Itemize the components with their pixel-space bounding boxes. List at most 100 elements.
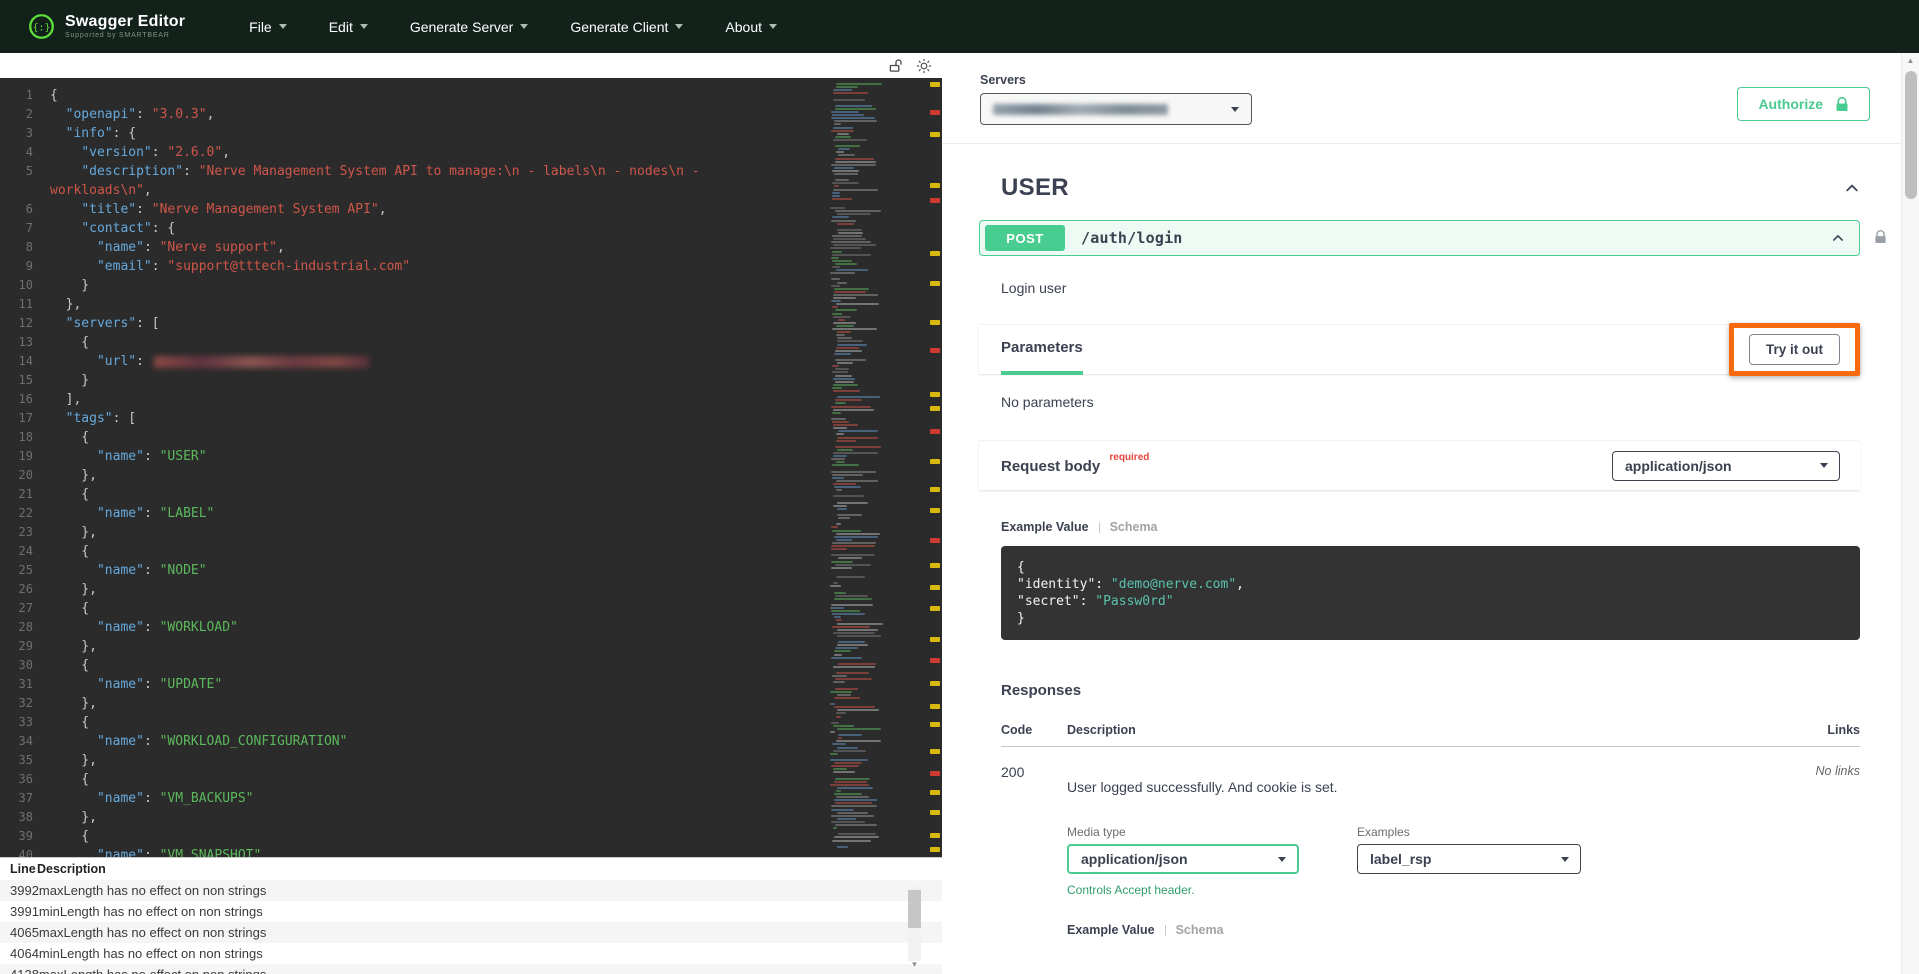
parameters-header: Parameters Try it out xyxy=(979,324,1860,374)
scrollbar-thumb[interactable] xyxy=(1905,71,1917,199)
col-code: Code xyxy=(1001,723,1067,737)
error-panel-scrollbar[interactable] xyxy=(908,886,921,961)
authorize-button[interactable]: Authorize xyxy=(1737,87,1870,121)
try-it-out-wrap: Try it out xyxy=(1749,334,1840,365)
tab-example-value[interactable]: Example Value xyxy=(1001,520,1089,534)
line-number: 37 xyxy=(0,789,50,808)
line-number: 7 xyxy=(0,219,50,238)
line-number: 36 xyxy=(0,770,50,789)
menu-about[interactable]: About xyxy=(725,19,777,35)
method-badge: POST xyxy=(985,225,1065,251)
warning-mark-icon xyxy=(930,183,940,188)
selected-example: label_rsp xyxy=(1370,851,1431,867)
tab-example-value-2[interactable]: Example Value xyxy=(1067,923,1155,937)
responses-title: Responses xyxy=(1001,682,1860,699)
minimap[interactable] xyxy=(830,80,886,855)
menu-generate-client[interactable]: Generate Client xyxy=(570,19,683,35)
line-number xyxy=(0,181,50,200)
server-select[interactable] xyxy=(980,93,1252,125)
line-number: 19 xyxy=(0,447,50,466)
error-mark-icon xyxy=(930,348,940,353)
error-row[interactable]: 3992maxLength has no effect on non strin… xyxy=(0,880,942,901)
code-line: 7 "contact": { xyxy=(0,219,830,238)
try-it-out-button[interactable]: Try it out xyxy=(1749,334,1840,365)
page-scrollbar[interactable]: ▲ xyxy=(1901,53,1919,974)
error-row[interactable]: 4065maxLength has no effect on non strin… xyxy=(0,922,942,943)
error-row[interactable]: 3991minLength has no effect on non strin… xyxy=(0,901,942,922)
app-subtitle: Supported by SMARTBEAR xyxy=(65,32,185,40)
line-number: 6 xyxy=(0,200,50,219)
code-line: 1{ xyxy=(0,86,830,105)
code-line: 3 "info": { xyxy=(0,124,830,143)
error-mark-icon xyxy=(930,198,940,203)
tab-parameters[interactable]: Parameters xyxy=(1001,325,1083,375)
tab-divider xyxy=(1165,925,1166,936)
line-number: 8 xyxy=(0,238,50,257)
scroll-down-icon[interactable]: ▾ xyxy=(908,958,921,971)
code-line: 22 "name": "LABEL" xyxy=(0,504,830,523)
operation-summary[interactable]: POST /auth/login xyxy=(979,220,1860,256)
line-number: 22 xyxy=(0,504,50,523)
unlock-icon[interactable] xyxy=(888,58,903,73)
media-type-select[interactable]: application/json xyxy=(1067,844,1299,874)
request-body-label: Request body xyxy=(1001,458,1100,475)
line-number: 12 xyxy=(0,314,50,333)
chevron-down-icon xyxy=(360,24,368,29)
warning-mark-icon xyxy=(930,563,940,568)
swagger-logo[interactable]: {:} Swagger Editor Supported by SMARTBEA… xyxy=(28,13,185,40)
error-row[interactable]: 4138maxLength has no effect on non strin… xyxy=(0,964,942,974)
logo-text: Swagger Editor Supported by SMARTBEAR xyxy=(65,13,185,40)
line-number: 2 xyxy=(0,105,50,124)
lock-icon xyxy=(1835,96,1849,113)
sun-icon[interactable] xyxy=(916,58,932,74)
servers-block: Servers xyxy=(980,73,1252,125)
redacted-url xyxy=(154,356,369,368)
chevron-up-icon[interactable] xyxy=(1831,231,1845,245)
code-line: 12 "servers": [ xyxy=(0,314,830,333)
menu-generate-server[interactable]: Generate Server xyxy=(410,19,529,35)
examples-select[interactable]: label_rsp xyxy=(1357,844,1581,874)
code-line: 32 }, xyxy=(0,694,830,713)
code-line: 40 "name": "VM_SNAPSHOT" xyxy=(0,846,830,857)
error-col-description: Description xyxy=(37,862,106,876)
chevron-down-icon xyxy=(279,24,287,29)
warning-mark-icon xyxy=(930,320,940,325)
accept-header-note: Controls Accept header. xyxy=(1067,883,1299,897)
tab-schema[interactable]: Schema xyxy=(1110,520,1158,534)
code-line: 36 { xyxy=(0,770,830,789)
section-title: USER xyxy=(1001,174,1069,202)
operation-description: Login user xyxy=(1001,280,1860,296)
request-content-type-select[interactable]: application/json xyxy=(1612,451,1840,481)
chevron-up-icon[interactable] xyxy=(1844,180,1860,196)
required-badge: required xyxy=(1109,452,1149,463)
chevron-down-icon xyxy=(675,24,683,29)
menu-file[interactable]: File xyxy=(249,19,287,35)
scheme-container: Servers Authorize xyxy=(942,53,1901,144)
code-line: 35 }, xyxy=(0,751,830,770)
line-number: 18 xyxy=(0,428,50,447)
operations-section: USER POST /auth/login Login user Paramet… xyxy=(942,174,1901,937)
line-number: 16 xyxy=(0,390,50,409)
example-line: { xyxy=(1017,559,1844,576)
warning-mark-icon xyxy=(930,749,940,754)
auth-lock-icon[interactable] xyxy=(1874,229,1887,245)
code-line: 6 "title": "Nerve Management System API"… xyxy=(0,200,830,219)
chevron-down-icon xyxy=(520,24,528,29)
code-editor[interactable]: 1{2 "openapi": "3.0.3",3 "info": {4 "ver… xyxy=(0,78,942,857)
tab-schema-2[interactable]: Schema xyxy=(1176,923,1224,937)
scroll-up-icon[interactable]: ▲ xyxy=(1902,56,1919,65)
code-line: 29 }, xyxy=(0,637,830,656)
media-type-label: Media type xyxy=(1067,825,1299,839)
selected-content-type: application/json xyxy=(1625,458,1732,474)
warning-mark-icon xyxy=(930,82,940,87)
line-number: 40 xyxy=(0,846,50,857)
error-row[interactable]: 4064minLength has no effect on non strin… xyxy=(0,943,942,964)
operation-body: Login user Parameters Try it out No para… xyxy=(979,280,1860,937)
scrollbar-thumb[interactable] xyxy=(908,890,921,928)
code-line: 33 { xyxy=(0,713,830,732)
authorize-label: Authorize xyxy=(1758,96,1823,112)
warning-mark-icon xyxy=(930,722,940,727)
error-mark-icon xyxy=(930,658,940,663)
menu-edit[interactable]: Edit xyxy=(329,19,368,35)
code-line: 20 }, xyxy=(0,466,830,485)
